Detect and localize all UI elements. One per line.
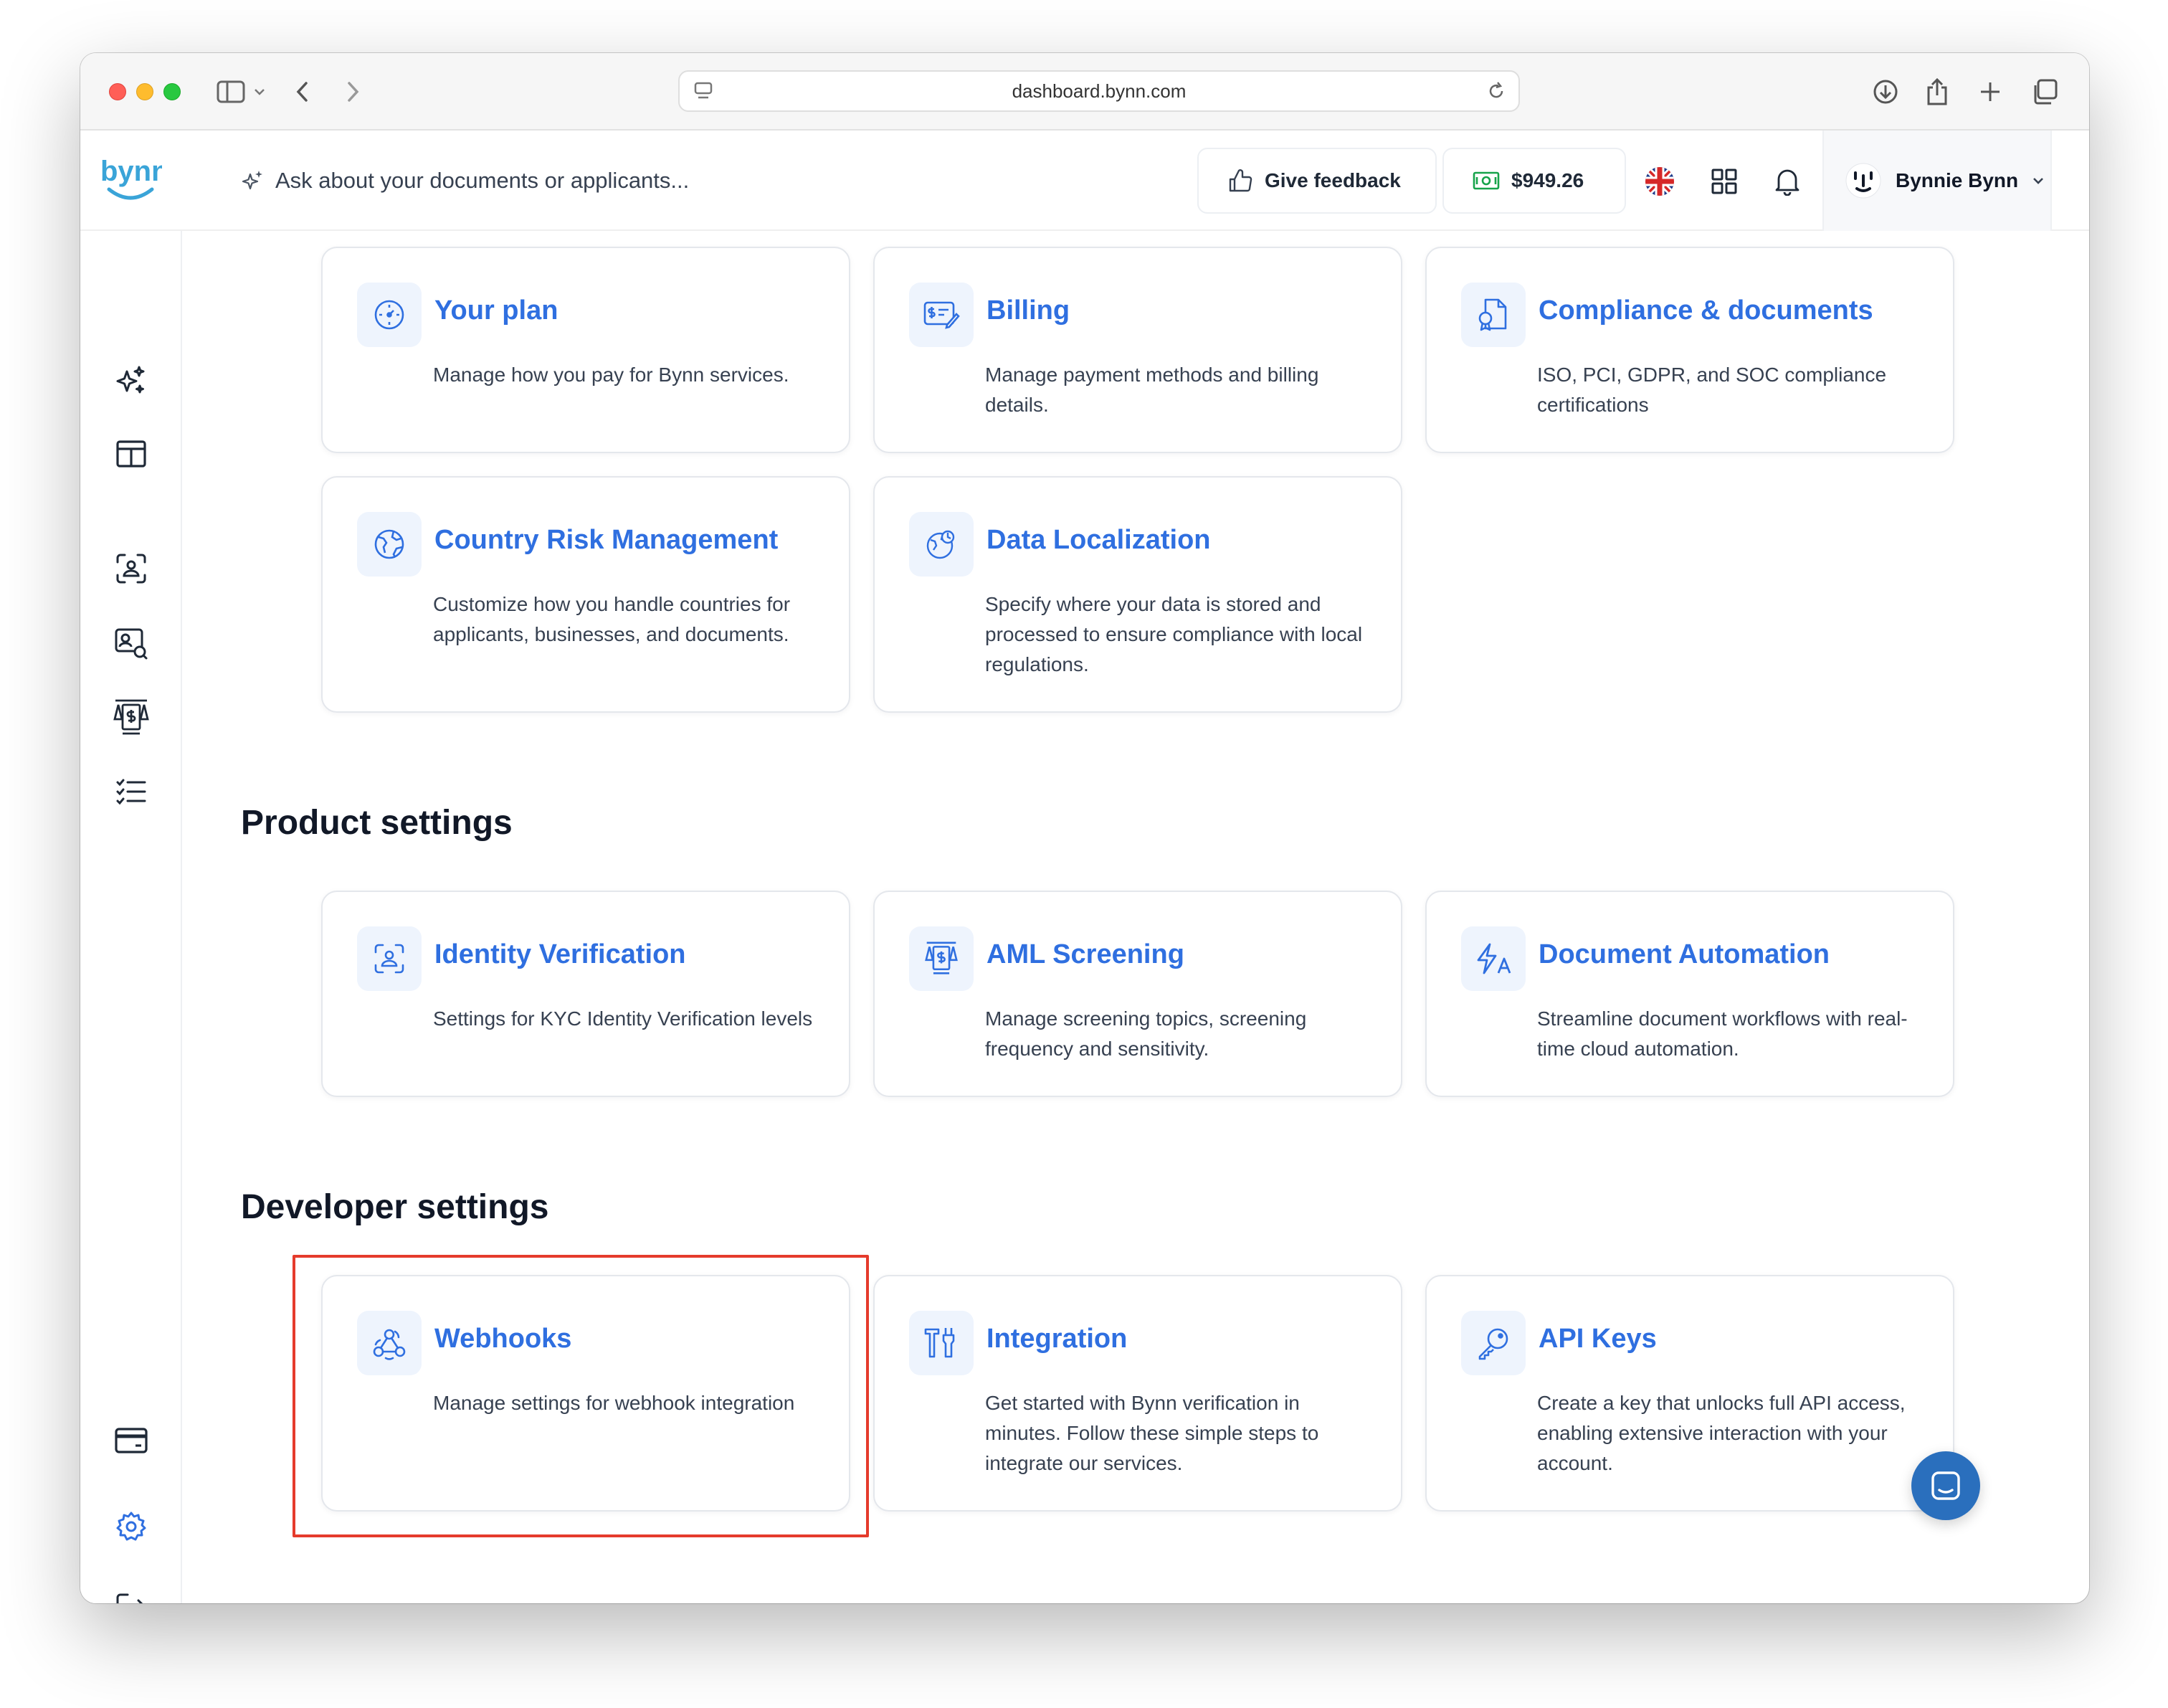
chevron-down-icon [2033,178,2044,184]
sidebar-item-tasks[interactable] [112,773,151,812]
chat-icon [1931,1471,1960,1500]
url-text: dashboard.bynn.com [1012,80,1187,102]
card-title: Your plan [434,295,558,326]
product-settings-heading: Product settings [241,804,513,842]
forward-icon[interactable] [336,75,370,109]
card-description: Create a key that unlocks full API acces… [1537,1392,1906,1474]
downloads-icon[interactable] [1868,75,1903,109]
layout-icon [116,440,146,468]
card-data-localization[interactable]: Data Localization Specify where your dat… [873,476,1402,713]
card-document-automation[interactable]: Document Automation Streamline document … [1425,891,1954,1097]
card-description: Manage payment methods and billing detai… [985,364,1319,416]
ask-placeholder: Ask about your documents or applicants..… [275,168,690,193]
key-icon [1461,1311,1526,1375]
logout-icon [116,1593,143,1603]
plan-icon [357,283,422,347]
card-title: Document Automation [1539,939,1830,969]
ask-ai-input[interactable]: Ask about your documents or applicants..… [241,162,689,199]
bynn-logo[interactable]: bynn [99,152,169,207]
globe-icon [357,512,422,577]
card-description: Specify where your data is stored and pr… [985,593,1363,675]
avatar [1845,163,1881,199]
card-title: Data Localization [986,525,1211,555]
document-search-icon [115,628,148,660]
card-title: API Keys [1539,1324,1657,1354]
sidebar-toggle-icon[interactable] [214,75,248,109]
card-description: Customize how you handle countries for a… [433,593,791,645]
face-scan-icon [357,926,422,991]
billing-icon [909,283,974,347]
sparkle-icon [242,171,262,190]
give-feedback-label: Give feedback [1265,169,1401,191]
card-identity-verification[interactable]: Identity Verification Settings for KYC I… [321,891,850,1097]
card-aml-screening[interactable]: AML Screening Manage screening topics, s… [873,891,1402,1097]
card-description: Manage how you pay for Bynn services. [433,364,789,386]
card-api-keys[interactable]: API Keys Create a key that unlocks full … [1425,1275,1954,1512]
compliance-icon [1461,283,1526,347]
balance-amount: $949.26 [1511,169,1584,191]
credit-card-icon [115,1428,148,1453]
card-title: Billing [986,295,1070,326]
sidebar-item-billing[interactable] [112,1421,151,1460]
new-tab-icon[interactable] [1973,75,2007,109]
close-window-button[interactable] [109,83,126,100]
card-title: Integration [986,1324,1128,1354]
logo-text: bynn [100,156,162,187]
sidebar-item-dashboard[interactable] [112,435,151,473]
tab-overview-icon[interactable] [2027,75,2062,109]
balance-button[interactable]: $949.26 [1442,148,1626,214]
browser-toolbar: dashboard.bynn.com [80,53,2089,131]
aml-icon [113,699,149,735]
face-scan-icon [116,554,146,584]
back-icon[interactable] [285,75,320,109]
share-icon[interactable] [1920,75,1954,109]
checklist-icon [116,779,146,805]
card-title: Identity Verification [434,939,686,969]
card-title: AML Screening [986,939,1184,969]
webhooks-highlight-box [293,1255,869,1537]
card-description: Settings for KYC Identity Verification l… [433,1007,813,1030]
sidebar [80,231,182,1603]
address-bar[interactable]: dashboard.bynn.com [678,70,1520,112]
card-country-risk[interactable]: Country Risk Management Customize how yo… [321,476,850,713]
sidebar-item-aml[interactable] [112,698,151,737]
chevron-down-icon[interactable] [249,75,270,109]
automation-icon [1461,926,1526,991]
app-header: bynn Ask about your documents or applica… [80,131,2089,231]
reload-icon[interactable] [1485,80,1507,105]
card-compliance-documents[interactable]: Compliance & documents ISO, PCI, GDPR, a… [1425,247,1954,453]
card-description: Manage screening topics, screening frequ… [985,1007,1307,1060]
aml-icon [909,926,974,991]
sidebar-item-logout[interactable] [112,1588,151,1603]
minimize-window-button[interactable] [136,83,153,100]
sidebar-item-ai[interactable] [112,361,151,400]
card-description: Get started with Bynn verification in mi… [985,1392,1319,1474]
language-flag-icon[interactable] [1640,162,1679,201]
sidebar-item-settings[interactable] [112,1507,151,1546]
give-feedback-button[interactable]: Give feedback [1197,148,1437,214]
apps-grid-icon[interactable] [1705,162,1744,201]
developer-settings-heading: Developer settings [241,1188,549,1226]
card-description: ISO, PCI, GDPR, and SOC compliance certi… [1537,364,1887,416]
gear-icon [116,1512,146,1541]
card-your-plan[interactable]: Your plan Manage how you pay for Bynn se… [321,247,850,453]
card-description: Streamline document workflows with real-… [1537,1007,1908,1060]
sidebar-item-documents[interactable] [112,624,151,663]
localization-icon [909,512,974,577]
card-billing[interactable]: Billing Manage payment methods and billi… [873,247,1402,453]
user-name: Bynnie Bynn [1896,169,2019,191]
tools-icon [909,1311,974,1375]
card-title: Compliance & documents [1539,295,1873,326]
sidebar-item-identity[interactable] [112,549,151,588]
notification-bell-icon[interactable] [1768,162,1807,201]
card-integration[interactable]: Integration Get started with Bynn verifi… [873,1275,1402,1512]
sparkles-icon [116,366,145,394]
cash-icon [1473,171,1500,190]
support-chat-button[interactable] [1911,1451,1980,1520]
zoom-window-button[interactable] [163,83,181,100]
user-menu[interactable]: Bynnie Bynn [1822,131,2052,231]
card-title: Country Risk Management [434,525,779,555]
thumbs-up-icon [1229,169,1252,192]
